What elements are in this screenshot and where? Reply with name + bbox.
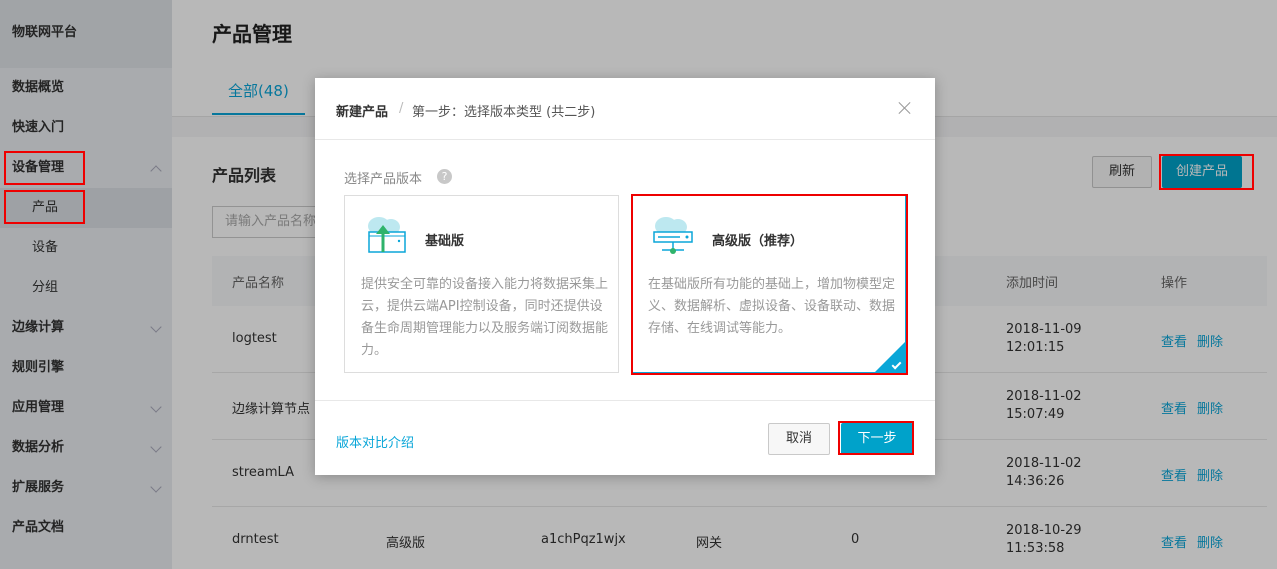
breadcrumb-separator: / <box>399 101 404 116</box>
basic-version-title: 基础版 <box>425 234 465 249</box>
close-icon[interactable] <box>897 100 913 116</box>
dialog-header: 新建产品 / 第一步：选择版本类型 (共二步) <box>315 78 935 140</box>
highlight-box <box>838 421 914 455</box>
basic-version-card[interactable]: 基础版 提供安全可靠的设备接入能力将数据采集上云，提供云端API控制设备，同时还… <box>344 195 619 373</box>
highlight-box <box>4 151 85 185</box>
compare-versions-link[interactable]: 版本对比介绍 <box>336 432 414 451</box>
help-icon[interactable]: ? <box>437 169 452 184</box>
dialog-step: 第一步：选择版本类型 (共二步) <box>412 105 596 120</box>
cancel-button[interactable]: 取消 <box>768 423 830 455</box>
highlight-box <box>4 190 85 224</box>
basic-version-description: 提供安全可靠的设备接入能力将数据采集上云，提供云端API控制设备，同时还提供设备… <box>361 277 609 358</box>
choose-version-label: 选择产品版本 <box>344 172 423 187</box>
highlight-box <box>1159 154 1254 190</box>
highlight-box <box>631 194 908 375</box>
cloud-upload-icon <box>363 214 407 258</box>
dialog-title: 新建产品 <box>336 105 389 120</box>
